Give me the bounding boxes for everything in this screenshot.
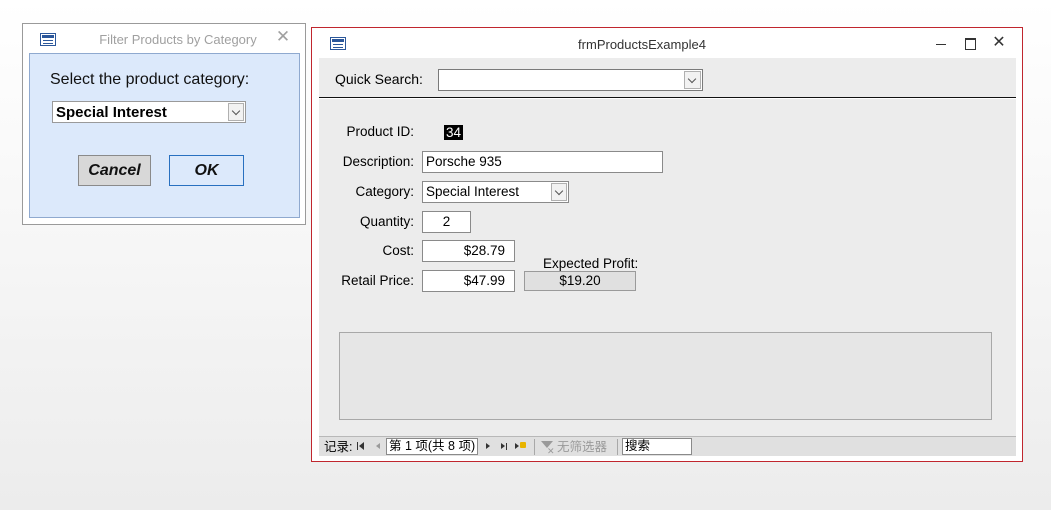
filter-dialog-window: Filter Products by Category ✕ Select the… (22, 23, 306, 225)
product-id-label: Product ID: (346, 124, 414, 139)
form-header: Quick Search: (319, 58, 1016, 98)
minimize-icon[interactable] (929, 32, 953, 54)
description-label: Description: (342, 154, 414, 169)
products-form-window: frmProductsExample4 ✕ Quick Search: Prod… (311, 27, 1023, 462)
quantity-field[interactable]: 2 (422, 211, 471, 233)
quantity-label: Quantity: (359, 214, 414, 229)
filter-status[interactable]: 无筛选器 (557, 439, 607, 455)
record-navigation-bar: 记录: 第 1 项(共 8 项) 无筛选器 搜索 (319, 436, 1016, 459)
retail-price-label: Retail Price: (341, 273, 414, 288)
cancel-button[interactable]: Cancel (78, 155, 151, 186)
search-input[interactable]: 搜索 (622, 438, 692, 455)
category-value: Special Interest (426, 184, 520, 199)
expected-profit-label: Expected Profit: (543, 256, 639, 271)
chevron-down-icon[interactable] (228, 103, 244, 121)
dialog-close-icon[interactable]: ✕ (275, 28, 291, 46)
category-select-value: Special Interest (56, 104, 167, 121)
form-icon (40, 33, 56, 46)
category-select[interactable]: Special Interest (52, 101, 246, 123)
new-record-icon[interactable] (515, 440, 529, 454)
dialog-title: Filter Products by Category (99, 32, 257, 47)
record-position-field[interactable]: 第 1 项(共 8 项) (386, 438, 478, 455)
record-label: 记录: (324, 440, 353, 454)
subform-area[interactable] (339, 332, 992, 420)
quick-search-combo[interactable] (438, 69, 703, 91)
maximize-icon[interactable] (958, 32, 982, 54)
category-prompt: Select the product category: (50, 71, 250, 88)
divider (534, 439, 535, 455)
chevron-down-icon[interactable] (551, 183, 567, 201)
category-select[interactable]: Special Interest (422, 181, 569, 203)
last-record-icon[interactable] (500, 440, 510, 454)
window-title: frmProductsExample4 (578, 37, 706, 52)
close-icon[interactable]: ✕ (987, 32, 1011, 54)
product-id-value[interactable]: 34 (444, 125, 464, 140)
cost-field[interactable]: $28.79 (422, 240, 515, 262)
retail-price-field[interactable]: $47.99 (422, 270, 515, 292)
previous-record-icon[interactable] (375, 440, 383, 454)
quick-search-label: Quick Search: (335, 71, 423, 87)
ok-button[interactable]: OK (169, 155, 244, 186)
next-record-icon[interactable] (484, 440, 492, 454)
dialog-body: Select the product category: Special Int… (29, 53, 300, 218)
filter-icon (541, 440, 555, 459)
cost-label: Cost: (382, 243, 414, 258)
chevron-down-icon[interactable] (684, 71, 701, 89)
category-label: Category: (355, 184, 414, 199)
divider (617, 439, 618, 455)
expected-profit-value: $19.20 (524, 271, 636, 291)
form-detail: Product ID: 34 Description: Porsche 935 … (319, 99, 1016, 436)
first-record-icon[interactable] (357, 440, 367, 454)
description-field[interactable]: Porsche 935 (422, 151, 663, 173)
